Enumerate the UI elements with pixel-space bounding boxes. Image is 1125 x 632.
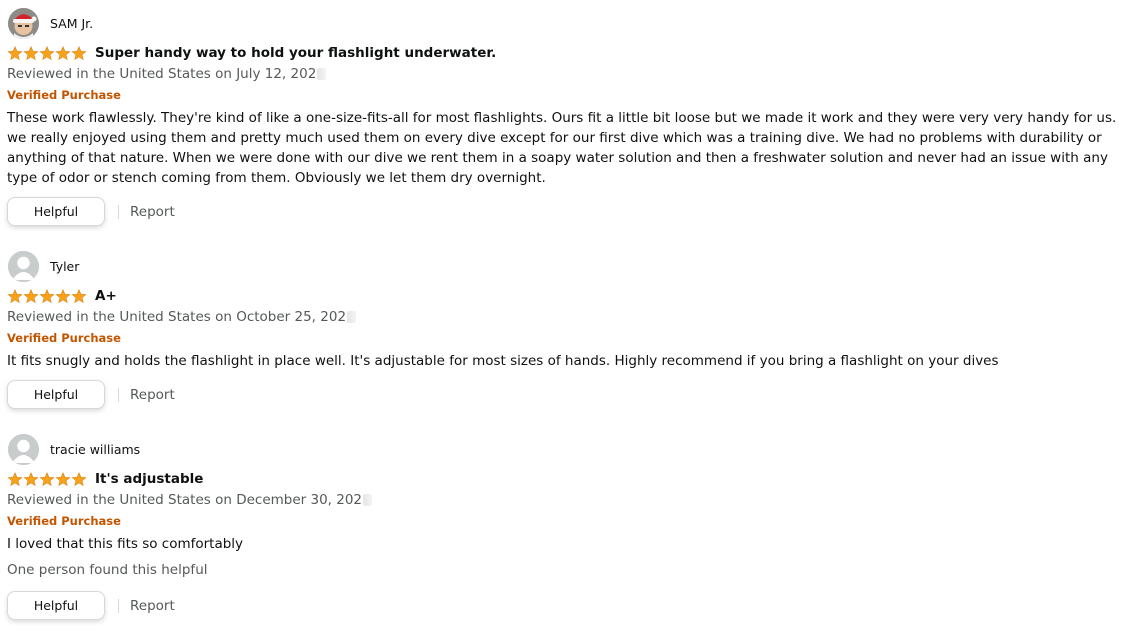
star-rating[interactable] — [7, 471, 87, 487]
redaction-mark — [317, 68, 327, 80]
report-link[interactable]: Report — [130, 204, 175, 220]
reviewer-name: tracie williams — [50, 441, 141, 457]
verified-purchase-badge: Verified Purchase — [7, 514, 121, 528]
review-date: Reviewed in the United States on Decembe… — [7, 492, 373, 508]
review-title[interactable]: It's adjustable — [95, 471, 203, 487]
review-body: I loved that this fits so comfortably — [7, 536, 244, 552]
review-title[interactable]: Super handy way to hold your flashlight … — [95, 45, 496, 61]
avatar — [8, 7, 39, 39]
report-link[interactable]: Report — [130, 598, 175, 614]
redaction-mark — [347, 311, 357, 323]
star-rating[interactable] — [7, 45, 87, 61]
reviewer-profile[interactable]: Tyler — [8, 250, 79, 282]
divider — [118, 387, 119, 402]
review-body: These work flawlessly. They're kind of l… — [7, 110, 1117, 186]
verified-purchase-badge: Verified Purchase — [7, 331, 121, 345]
star-rating[interactable] — [7, 288, 87, 304]
reviewer-profile[interactable]: tracie williams — [8, 433, 140, 465]
review-body: It fits snugly and holds the flashlight … — [7, 353, 999, 369]
helpful-count-text: One person found this helpful — [7, 562, 208, 578]
report-link[interactable]: Report — [130, 387, 175, 403]
verified-purchase-badge: Verified Purchase — [7, 88, 121, 102]
avatar — [8, 433, 39, 465]
helpful-button[interactable]: Helpful — [7, 380, 105, 409]
review-date: Reviewed in the United States on July 12… — [7, 66, 327, 82]
review-date: Reviewed in the United States on October… — [7, 309, 357, 325]
divider — [118, 598, 119, 613]
divider — [118, 204, 119, 219]
reviewer-profile[interactable]: SAM Jr. — [8, 7, 93, 39]
redaction-mark — [363, 494, 373, 506]
reviewer-name: Tyler — [50, 258, 80, 274]
review-title[interactable]: A+ — [95, 288, 117, 304]
helpful-button[interactable]: Helpful — [7, 591, 105, 620]
helpful-button[interactable]: Helpful — [7, 197, 105, 226]
reviewer-name: SAM Jr. — [50, 15, 94, 31]
avatar — [8, 250, 39, 282]
